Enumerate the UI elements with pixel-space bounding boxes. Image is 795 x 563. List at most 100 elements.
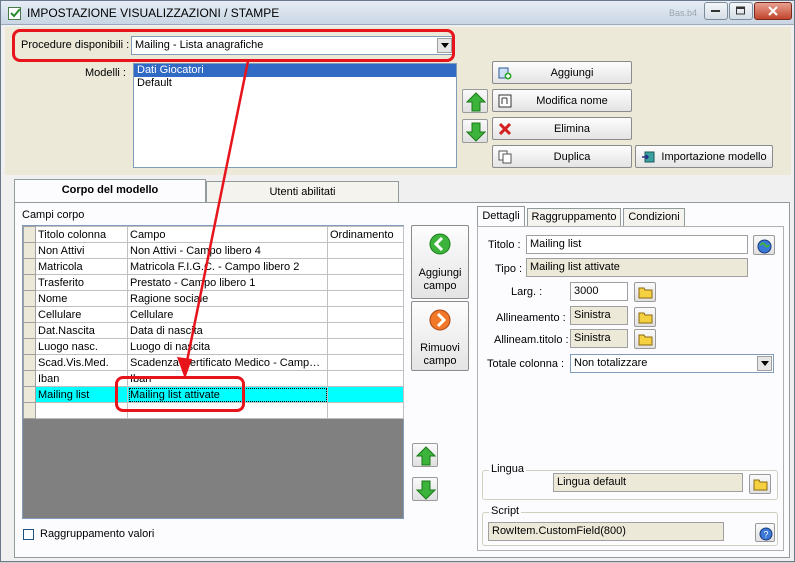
- table-row-empty[interactable]: [23, 402, 404, 419]
- lingua-group: Lingua Lingua default: [482, 463, 778, 500]
- add-doc-icon: [498, 67, 512, 80]
- tab-utenti-abilitati[interactable]: Utenti abilitati: [206, 181, 399, 203]
- duplica-button[interactable]: Duplica: [492, 145, 632, 168]
- table-row[interactable]: Dat.Nascita Data di nascita: [23, 322, 404, 339]
- cell-campo[interactable]: Scadenza Certificato Medico - Campo li..…: [127, 354, 328, 371]
- table-row[interactable]: Trasferito Prestato - Campo libero 1: [23, 274, 404, 291]
- rimuovi-campo-button[interactable]: Rimuovi campo: [411, 301, 469, 371]
- maximize-button[interactable]: [729, 2, 753, 20]
- empty-cell[interactable]: [327, 402, 404, 419]
- column-header-campo[interactable]: Campo: [127, 226, 328, 243]
- cell-ordinamento[interactable]: [327, 386, 404, 403]
- tab-dettagli[interactable]: Dettagli: [477, 206, 525, 227]
- modelli-item[interactable]: Default: [134, 77, 456, 90]
- modelli-listbox[interactable]: Dati Giocatori Default: [133, 63, 457, 168]
- cell-campo[interactable]: Prestato - Campo libero 1: [127, 274, 328, 291]
- cell-titolo[interactable]: Luogo nasc.: [35, 338, 128, 355]
- cell-campo[interactable]: Ragione sociale: [127, 290, 328, 307]
- cell-campo[interactable]: Iban: [127, 370, 328, 387]
- rename-icon: [498, 94, 512, 108]
- cell-campo[interactable]: Luogo di nascita: [127, 338, 328, 355]
- cell-ordinamento[interactable]: [327, 322, 404, 339]
- script-group-label: Script: [489, 505, 522, 517]
- cell-titolo[interactable]: Matricola: [35, 258, 128, 275]
- app-check-icon: [8, 7, 21, 20]
- empty-cell[interactable]: [127, 402, 328, 419]
- titolo-input[interactable]: Mailing list: [526, 235, 748, 254]
- move-up-field-button[interactable]: [412, 443, 438, 467]
- help-icon: ?: [759, 527, 773, 541]
- modelli-item[interactable]: Dati Giocatori: [134, 64, 456, 77]
- globe-icon: [757, 239, 772, 254]
- table-row[interactable]: Luogo nasc. Luogo di nascita: [23, 338, 404, 355]
- totale-colonna-select[interactable]: Non totalizzare: [570, 354, 774, 373]
- cell-titolo[interactable]: Mailing list: [35, 386, 128, 403]
- folder-icon: [753, 479, 768, 491]
- cell-ordinamento[interactable]: [327, 338, 404, 355]
- cell-titolo[interactable]: Trasferito: [35, 274, 128, 291]
- tab-corpo-del-modello[interactable]: Corpo del modello: [14, 179, 206, 203]
- cell-ordinamento[interactable]: [327, 354, 404, 371]
- cell-ordinamento[interactable]: [327, 242, 404, 259]
- top-panel: Procedure disponibili : Mailing - Lista …: [5, 27, 791, 175]
- tab-raggruppamento[interactable]: Raggruppamento: [527, 208, 621, 227]
- import-icon: [642, 151, 655, 163]
- elimina-button[interactable]: Elimina: [492, 117, 632, 140]
- table-row[interactable]: Scad.Vis.Med. Scadenza Certificato Medico…: [23, 354, 404, 371]
- cell-campo[interactable]: Mailing list attivate: [127, 386, 328, 403]
- cell-titolo[interactable]: Iban: [35, 370, 128, 387]
- allineam-titolo-field: Sinistra: [570, 329, 628, 348]
- lingua-folder-button[interactable]: [749, 474, 771, 494]
- move-down-field-button[interactable]: [412, 477, 438, 501]
- titolo-label: Titolo :: [488, 239, 521, 251]
- cell-ordinamento[interactable]: [327, 274, 404, 291]
- table-row[interactable]: Nome Ragione sociale: [23, 290, 404, 307]
- cell-ordinamento[interactable]: [327, 370, 404, 387]
- cell-titolo[interactable]: Scad.Vis.Med.: [35, 354, 128, 371]
- table-row[interactable]: Iban Iban: [23, 370, 404, 387]
- table-row[interactable]: Mailing list Mailing list attivate: [23, 386, 404, 403]
- raggruppamento-valori-checkbox[interactable]: [23, 529, 34, 540]
- cell-titolo[interactable]: Nome: [35, 290, 128, 307]
- cell-campo[interactable]: Cellulare: [127, 306, 328, 323]
- move-up-model-button[interactable]: [462, 89, 488, 113]
- row-indicator: [23, 386, 36, 403]
- cell-titolo[interactable]: Dat.Nascita: [35, 322, 128, 339]
- script-help-button[interactable]: ?: [755, 523, 775, 542]
- tab-condizioni[interactable]: Condizioni: [623, 208, 685, 227]
- move-down-model-button[interactable]: [462, 119, 488, 143]
- campi-corpo-table: Titolo colonna Campo Ordinamento Non Att…: [23, 226, 404, 419]
- cell-titolo[interactable]: Cellulare: [35, 306, 128, 323]
- cell-campo[interactable]: Data di nascita: [127, 322, 328, 339]
- table-row[interactable]: Cellulare Cellulare: [23, 306, 404, 323]
- table-row[interactable]: Non Attivi Non Attivi - Campo libero 4: [23, 242, 404, 259]
- larg-folder-button[interactable]: [634, 282, 656, 302]
- globe-button[interactable]: [753, 235, 775, 255]
- cell-campo[interactable]: Non Attivi - Campo libero 4: [127, 242, 328, 259]
- campi-corpo-grid[interactable]: Titolo colonna Campo Ordinamento Non Att…: [22, 225, 404, 519]
- modifica-nome-button[interactable]: Modifica nome: [492, 89, 632, 112]
- importazione-modello-button[interactable]: Importazione modello: [635, 145, 773, 168]
- chevron-down-icon[interactable]: [757, 356, 772, 371]
- chevron-down-icon[interactable]: [437, 38, 452, 53]
- allineam-titolo-folder-button[interactable]: [634, 329, 656, 349]
- arrow-down-icon: [416, 480, 436, 500]
- table-row[interactable]: Matricola Matricola F.I.G.C. - Campo libe…: [23, 258, 404, 275]
- cell-titolo[interactable]: Non Attivi: [35, 242, 128, 259]
- column-header-titolo[interactable]: Titolo colonna: [35, 226, 128, 243]
- allineamento-field: Sinistra: [570, 306, 628, 325]
- cell-ordinamento[interactable]: [327, 290, 404, 307]
- svg-text:?: ?: [763, 530, 768, 540]
- cell-ordinamento[interactable]: [327, 258, 404, 275]
- aggiungi-campo-button[interactable]: Aggiungi campo: [411, 225, 469, 299]
- empty-cell[interactable]: [35, 402, 128, 419]
- minimize-button[interactable]: [704, 2, 728, 20]
- larg-input[interactable]: 3000: [570, 282, 628, 301]
- procedure-select[interactable]: Mailing - Lista anagrafiche: [131, 36, 454, 55]
- cell-ordinamento[interactable]: [327, 306, 404, 323]
- column-header-ordinamento[interactable]: Ordinamento: [327, 226, 404, 243]
- close-button[interactable]: [754, 2, 792, 20]
- allineamento-folder-button[interactable]: [634, 307, 656, 327]
- aggiungi-button[interactable]: Aggiungi: [492, 61, 632, 84]
- cell-campo[interactable]: Matricola F.I.G.C. - Campo libero 2: [127, 258, 328, 275]
